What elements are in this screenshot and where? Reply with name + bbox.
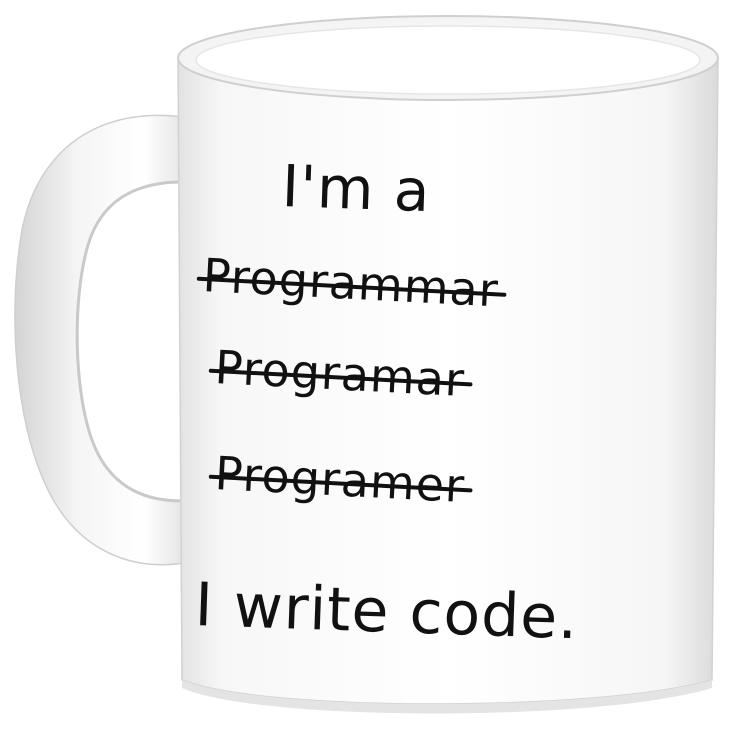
struck-word-2: Programar (208, 340, 473, 407)
product-photo: I'm a Programmar Programar Programer I w… (0, 0, 750, 735)
struck-word-1: Programmar (196, 248, 507, 317)
intro-text: I'm a (280, 152, 432, 226)
struck-word-3: Programer (208, 446, 473, 513)
mug-print: I'm a Programmar Programar Programer I w… (0, 0, 750, 735)
outro-text: I write code. (193, 570, 580, 654)
